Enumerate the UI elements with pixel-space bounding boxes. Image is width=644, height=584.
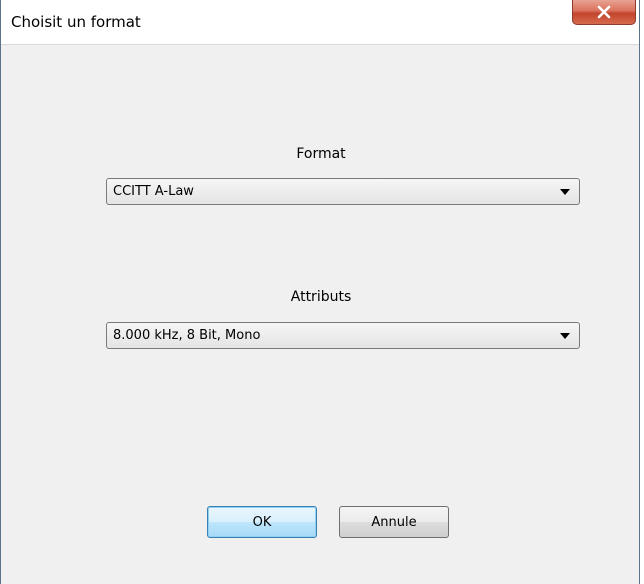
ok-button[interactable]: OK [207, 506, 317, 538]
format-label: Format [296, 146, 346, 162]
format-dropdown[interactable]: CCITT A-Law [106, 178, 580, 205]
close-button[interactable] [572, 0, 636, 25]
title-bar: Choisit un format [1, 0, 639, 45]
chevron-down-icon [560, 189, 570, 195]
attributes-selected-value: 8.000 kHz, 8 Bit, Mono [113, 328, 261, 343]
close-icon [597, 5, 611, 19]
attributes-label: Attributs [290, 289, 352, 305]
window-title: Choisit un format [11, 13, 141, 31]
chevron-down-icon [560, 333, 570, 339]
dialog-window: Choisit un format Format CCITT A-Law Att… [0, 0, 640, 584]
format-selected-value: CCITT A-Law [113, 184, 194, 199]
cancel-button[interactable]: Annule [339, 506, 449, 538]
attributes-dropdown[interactable]: 8.000 kHz, 8 Bit, Mono [106, 322, 580, 349]
